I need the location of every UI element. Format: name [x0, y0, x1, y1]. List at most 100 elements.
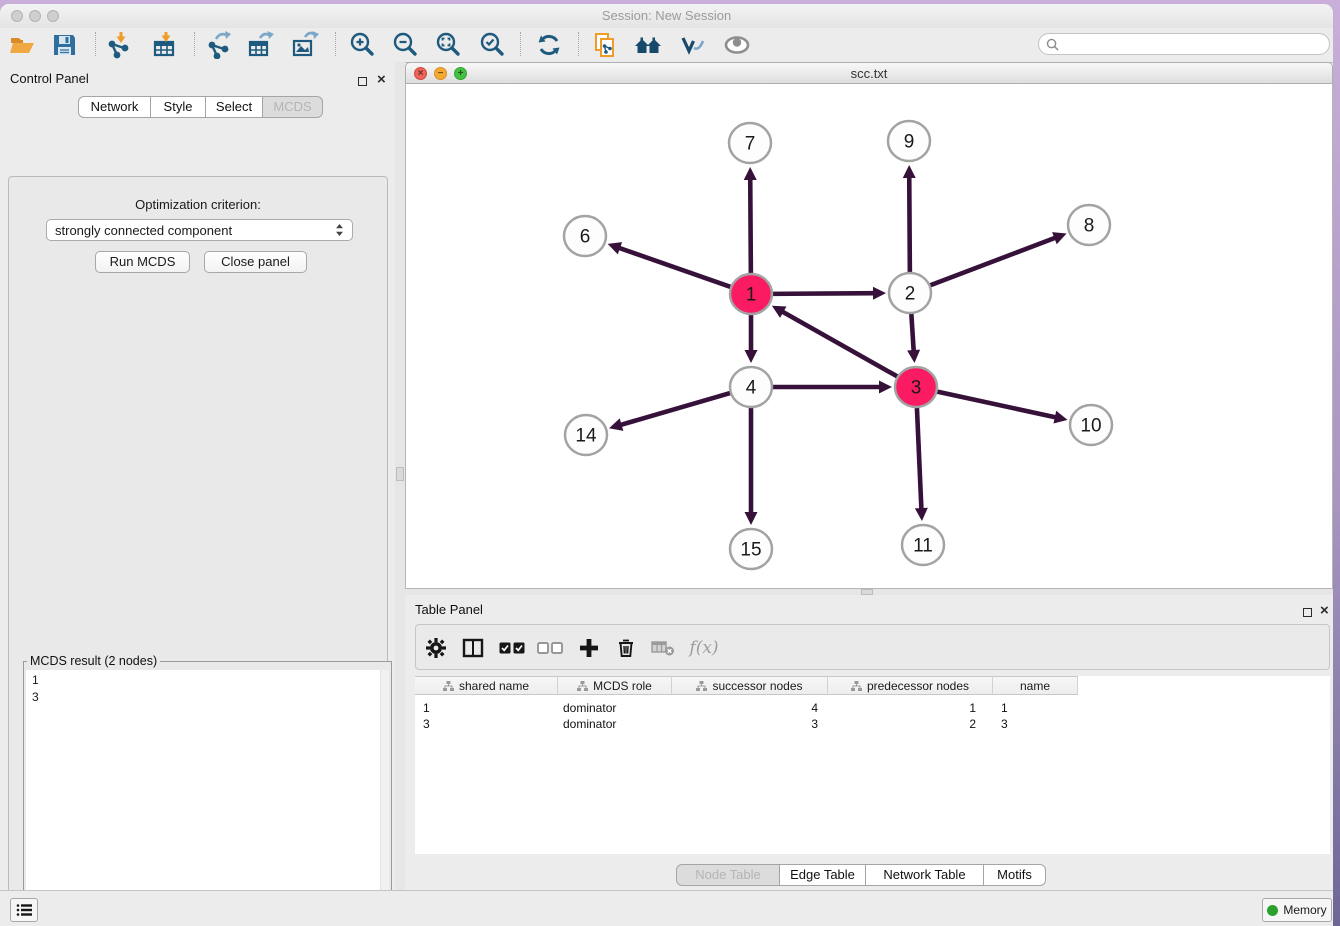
edge-arrowhead-icon [873, 287, 886, 300]
tab-mcds[interactable]: MCDS [263, 96, 323, 118]
network-canvas[interactable]: 7968124314101511 [405, 84, 1333, 589]
birdseye-icon[interactable] [722, 30, 752, 60]
function-builder-icon[interactable]: f(x) [684, 633, 724, 663]
graph-edge-1-2[interactable] [771, 293, 874, 294]
duplicate-network-icon[interactable] [590, 30, 620, 60]
tab-select[interactable]: Select [206, 96, 263, 118]
deselect-all-icon[interactable] [535, 633, 565, 663]
export-image-icon[interactable] [290, 30, 320, 60]
graph-node-label: 15 [740, 540, 761, 561]
graph-node-label: 14 [575, 426, 597, 447]
save-icon[interactable] [49, 30, 79, 60]
network-graph: 7968124314101511 [406, 84, 1332, 587]
close-panel-icon[interactable]: × [1320, 605, 1329, 617]
graph-edge-2-9[interactable] [909, 177, 910, 273]
tab-style[interactable]: Style [151, 96, 206, 118]
search-icon [1046, 38, 1059, 51]
cell-mcds-role: dominator [563, 700, 668, 716]
edge-arrowhead-icon [915, 508, 928, 521]
split-columns-icon[interactable] [458, 633, 488, 663]
graph-edge-4-14[interactable] [621, 393, 732, 425]
vertical-splitter[interactable] [395, 62, 405, 890]
edge-arrowhead-icon [903, 165, 916, 178]
zoom-out-icon[interactable] [390, 30, 420, 60]
cell-name: 3 [1001, 716, 1071, 732]
table-panel-title: Table Panel [415, 602, 483, 617]
cell-successor-nodes: 3 [672, 716, 818, 732]
zoom-fit-icon[interactable] [433, 30, 463, 60]
column-type-icon [443, 681, 454, 691]
splitter-handle[interactable] [396, 467, 404, 481]
graph-edge-1-7[interactable] [750, 179, 751, 274]
tab-network-table[interactable]: Network Table [866, 864, 984, 886]
network-window-title: scc.txt [406, 66, 1332, 81]
search-input[interactable] [1063, 36, 1329, 52]
delete-table-icon[interactable] [648, 633, 678, 663]
cell-predecessor-nodes: 1 [828, 700, 976, 716]
column-header-name[interactable]: name [993, 676, 1078, 695]
column-header-mcds-role[interactable]: MCDS role [558, 676, 672, 695]
graph-node-label: 8 [1084, 216, 1095, 237]
memory-button[interactable]: Memory [1262, 898, 1332, 922]
table-toolbar: f(x) [415, 624, 1330, 670]
open-icon[interactable] [7, 30, 37, 60]
export-table-icon[interactable] [246, 30, 276, 60]
graph-edge-2-8[interactable] [929, 238, 1056, 286]
graph-node-label: 6 [580, 227, 591, 248]
graph-edge-3-1[interactable] [782, 312, 898, 378]
task-history-button[interactable] [10, 898, 38, 922]
float-panel-icon[interactable] [358, 73, 367, 91]
tab-node-table[interactable]: Node Table [676, 864, 780, 886]
zoom-in-icon[interactable] [347, 30, 377, 60]
tab-motifs[interactable]: Motifs [984, 864, 1046, 886]
run-mcds-button[interactable]: Run MCDS [95, 251, 190, 273]
memory-label: Memory [1283, 903, 1326, 917]
column-type-icon [577, 681, 588, 691]
home-icon[interactable] [633, 30, 663, 60]
graph-node-label: 3 [911, 378, 922, 399]
refresh-icon[interactable] [534, 30, 564, 60]
edge-arrowhead-icon [745, 512, 758, 525]
graph-edge-2-3[interactable] [911, 313, 913, 351]
graph-edge-1-6[interactable] [619, 248, 732, 288]
delete-icon[interactable] [611, 633, 641, 663]
export-network-icon[interactable] [203, 30, 233, 60]
column-header-shared-name[interactable]: shared name [415, 676, 558, 695]
select-all-icon[interactable] [497, 633, 527, 663]
tab-edge-table[interactable]: Edge Table [780, 864, 866, 886]
column-header-predecessor-nodes[interactable]: predecessor nodes [828, 676, 993, 695]
tab-network[interactable]: Network [78, 96, 151, 118]
mcds-result-title: MCDS result (2 nodes) [27, 654, 160, 668]
criterion-select[interactable]: strongly connected component [46, 219, 353, 241]
edge-arrowhead-icon [609, 418, 623, 430]
control-panel-title: Control Panel [10, 71, 89, 86]
edge-arrowhead-icon [879, 381, 892, 394]
search-field[interactable] [1038, 33, 1330, 55]
status-bar: Memory [0, 890, 1333, 926]
graph-node-label: 10 [1080, 416, 1101, 437]
zoom-selected-icon[interactable] [477, 30, 507, 60]
graph-edge-3-11[interactable] [917, 407, 922, 509]
import-table-icon[interactable] [150, 30, 180, 60]
import-network-icon[interactable] [103, 30, 133, 60]
mcds-result-textarea[interactable]: 1 3 [26, 670, 389, 926]
close-panel-icon[interactable]: × [377, 74, 386, 86]
criterion-value: strongly connected component [55, 223, 335, 238]
settings-gear-icon[interactable] [421, 633, 451, 663]
result-scrollbar[interactable] [380, 670, 389, 926]
toolbar-separator [578, 32, 579, 56]
column-header-successor-nodes[interactable]: successor nodes [672, 676, 828, 695]
edge-arrowhead-icon [907, 350, 920, 363]
graph-edge-3-10[interactable] [936, 391, 1056, 417]
edge-arrowhead-icon [608, 242, 622, 254]
network-window-titlebar[interactable]: × − + scc.txt [405, 62, 1333, 84]
close-panel-button[interactable]: Close panel [204, 251, 307, 273]
cell-name: 1 [1001, 700, 1071, 716]
add-column-icon[interactable] [574, 633, 604, 663]
toolbar-separator [194, 32, 195, 56]
float-panel-icon[interactable] [1303, 604, 1312, 622]
cell-predecessor-nodes: 2 [828, 716, 976, 732]
control-panel-tabs: NetworkStyleSelectMCDS [78, 96, 323, 118]
hide-details-icon[interactable] [677, 30, 707, 60]
column-type-icon [851, 681, 862, 691]
